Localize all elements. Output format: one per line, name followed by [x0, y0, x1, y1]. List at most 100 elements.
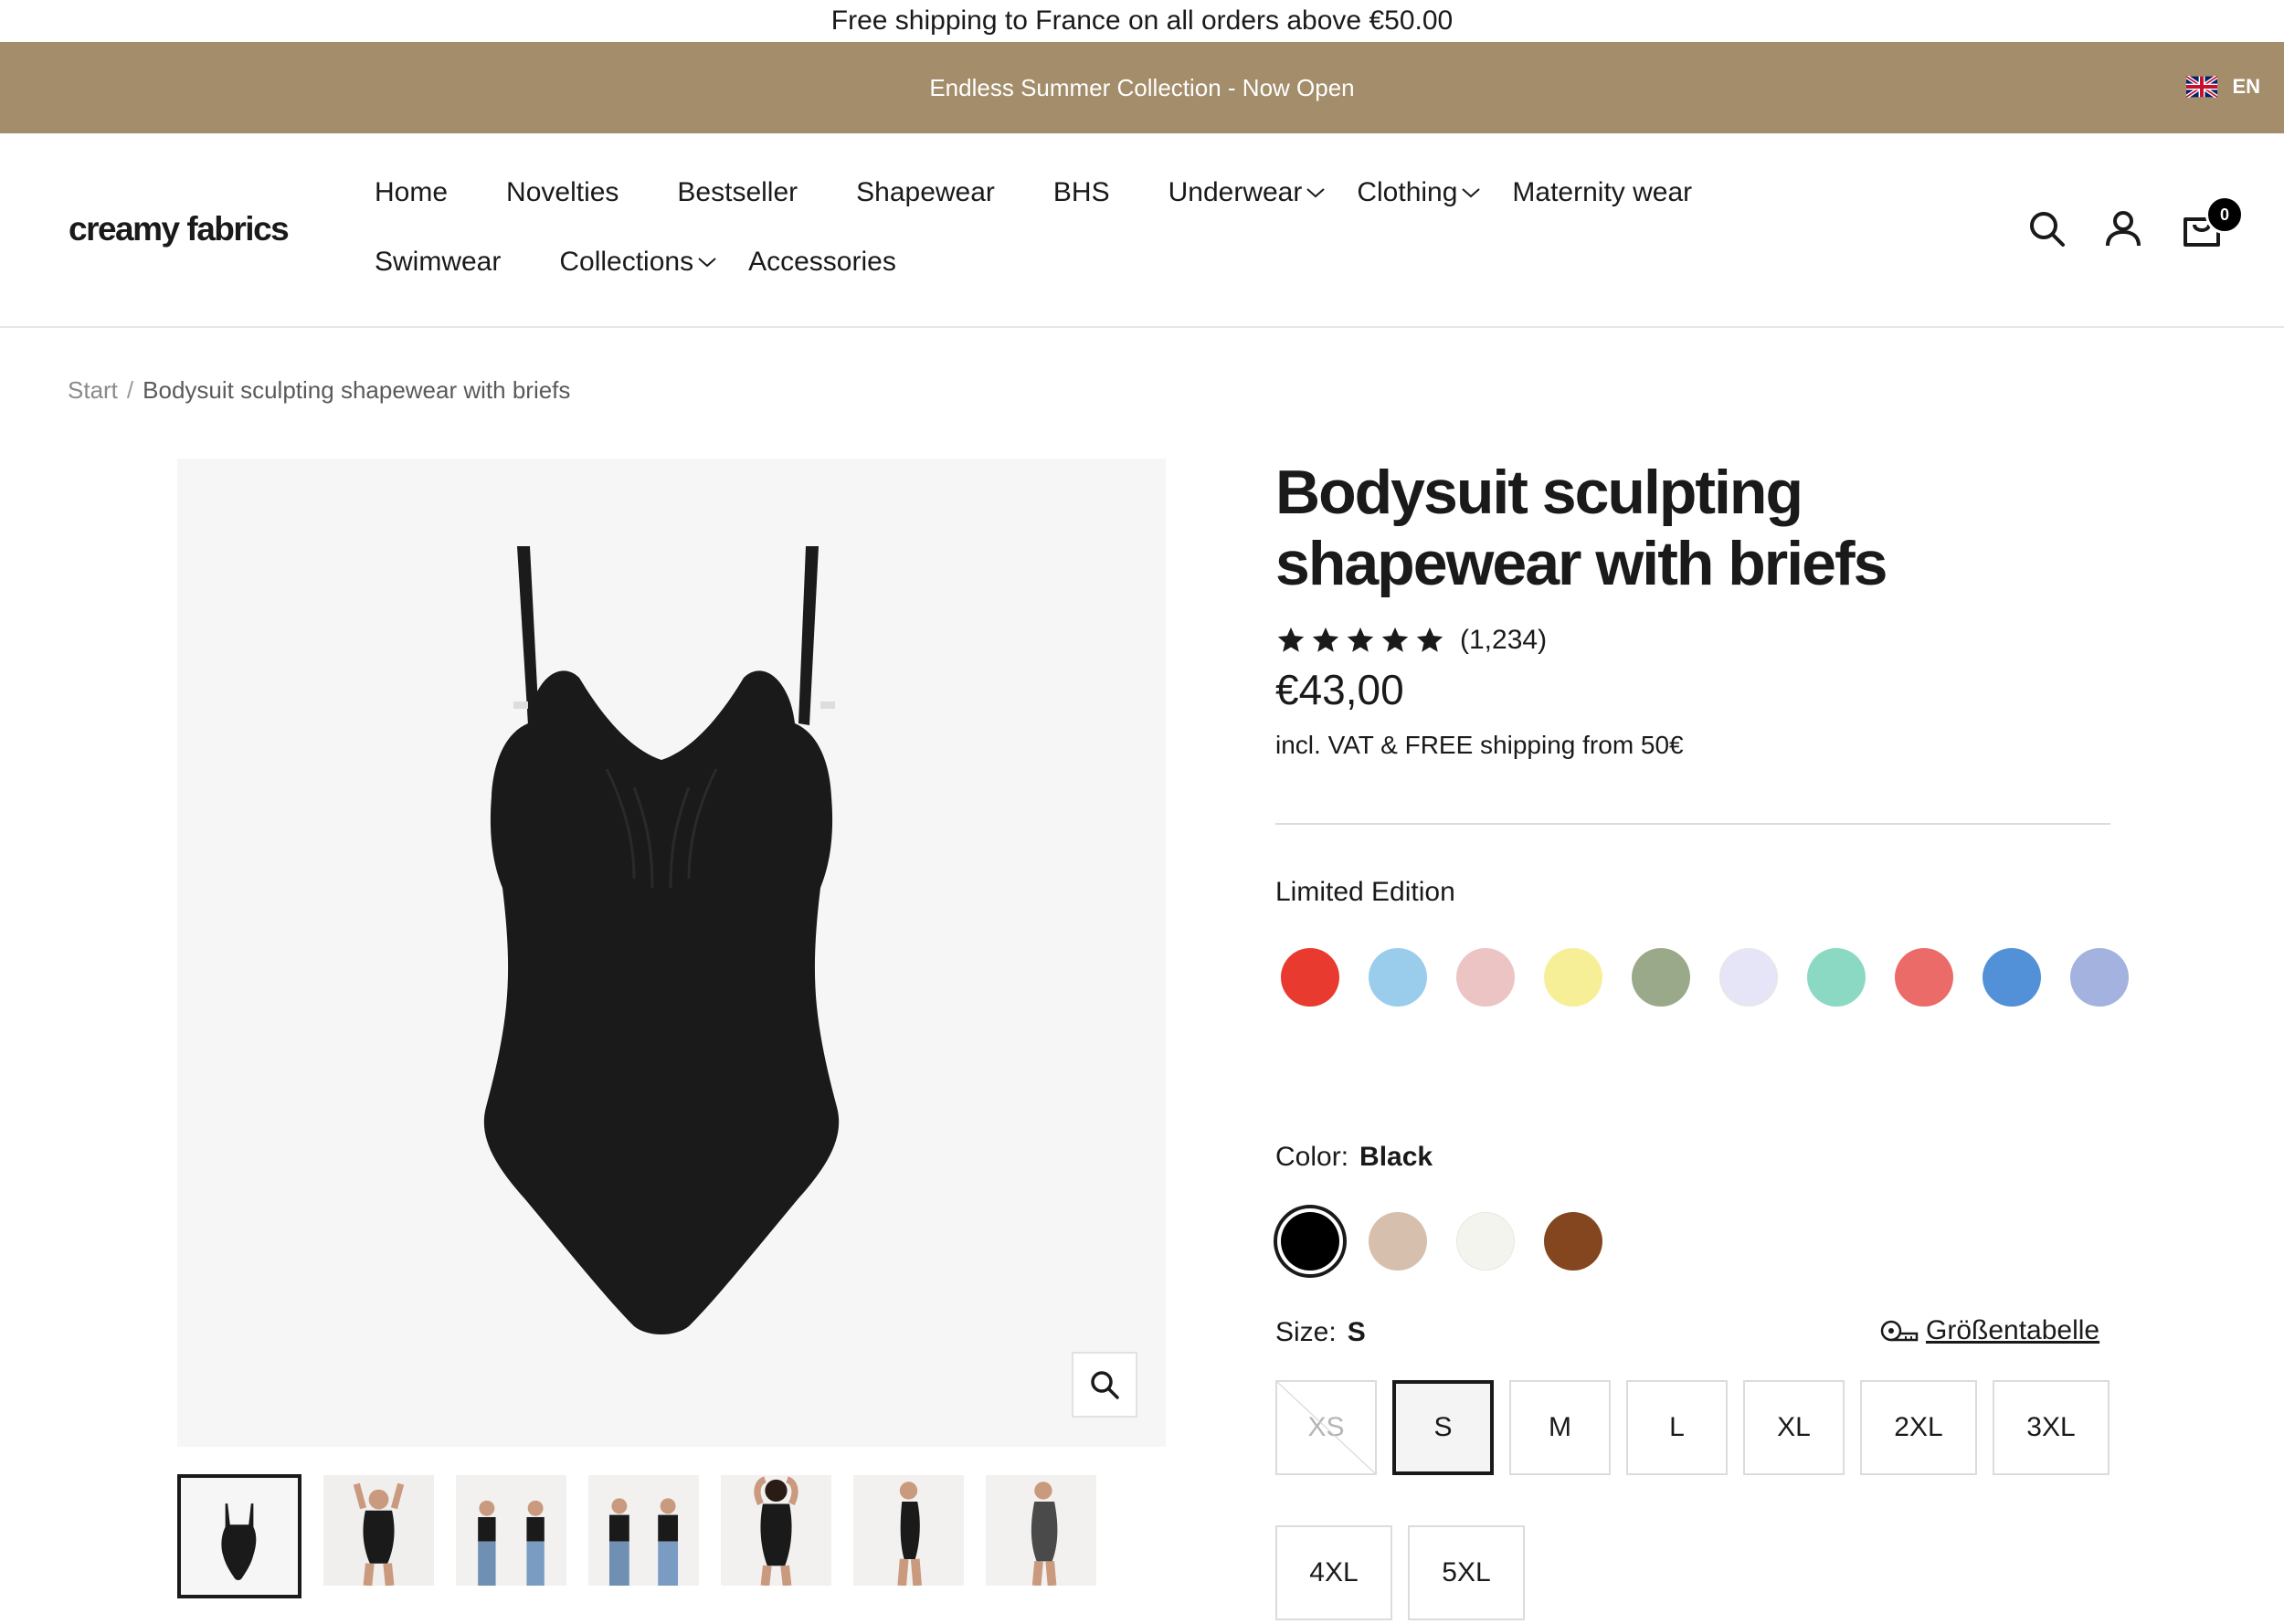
- search-icon[interactable]: [2026, 208, 2067, 248]
- product-main-image[interactable]: [177, 459, 1166, 1447]
- color-swatch-2[interactable]: [1369, 1212, 1427, 1271]
- nav-item-swimwear[interactable]: Swimwear: [375, 247, 501, 278]
- measuring-tape-icon: [1880, 1320, 1919, 1342]
- breadcrumb-start-link[interactable]: Start: [68, 376, 118, 405]
- limited-color-swatch-9[interactable]: [1983, 948, 2041, 1007]
- thumbnail-6[interactable]: [853, 1475, 964, 1586]
- color-swatch-1[interactable]: [1274, 1205, 1347, 1278]
- zoom-button[interactable]: [1072, 1352, 1137, 1418]
- nav-label: Underwear: [1168, 177, 1303, 207]
- size-option-l[interactable]: L: [1626, 1380, 1728, 1475]
- thumbnail-image: [721, 1475, 831, 1586]
- thumbnail-1[interactable]: [177, 1474, 301, 1598]
- language-code: EN: [2232, 75, 2260, 98]
- thumbnail-4[interactable]: [588, 1475, 699, 1586]
- nav-item-novelties[interactable]: Novelties: [506, 177, 619, 208]
- star-icon: [1381, 627, 1409, 652]
- size-option-xl[interactable]: XL: [1743, 1380, 1845, 1475]
- shipping-bar: Free shipping to France on all orders ab…: [0, 0, 2284, 42]
- size-option-4xl[interactable]: 4XL: [1275, 1525, 1392, 1620]
- nav-item-bhs[interactable]: BHS: [1053, 177, 1110, 208]
- cart-count-badge: 0: [2205, 195, 2244, 234]
- size-options: XS S M L XL 2XL 3XL 4XL 5XL: [1275, 1380, 2116, 1620]
- main-nav-row-2: Swimwear Collections Accessories: [375, 247, 896, 278]
- thumbnail-image: [986, 1475, 1096, 1586]
- size-option-2xl[interactable]: 2XL: [1860, 1380, 1977, 1475]
- product-price: €43,00: [1275, 666, 1404, 713]
- limited-color-swatch-5[interactable]: [1632, 948, 1690, 1007]
- nav-item-collections[interactable]: Collections: [559, 247, 717, 278]
- nav-label: Bestseller: [677, 177, 798, 207]
- uk-flag-icon: [2186, 76, 2218, 98]
- nav-label: Collections: [559, 247, 694, 277]
- thumbnail-strip: [177, 1474, 1096, 1598]
- nav-label: Swimwear: [375, 247, 502, 277]
- color-label-row: Color: Black: [1275, 1142, 1433, 1173]
- chevron-down-icon: [698, 258, 716, 268]
- limited-color-swatch-8[interactable]: [1895, 948, 1953, 1007]
- star-icon: [1347, 627, 1374, 652]
- limited-color-swatch-1[interactable]: [1281, 948, 1339, 1007]
- nav-label: Maternity wear: [1512, 177, 1693, 207]
- nav-item-shapewear[interactable]: Shapewear: [856, 177, 995, 208]
- nav-label: Home: [375, 177, 449, 207]
- limited-color-swatch-10[interactable]: [2070, 948, 2129, 1007]
- size-option-s[interactable]: S: [1392, 1380, 1494, 1475]
- chevron-down-icon: [1306, 188, 1326, 198]
- thumbnail-image: [853, 1475, 964, 1586]
- star-icon: [1312, 627, 1339, 652]
- announcement-text[interactable]: Endless Summer Collection - Now Open: [929, 74, 1354, 102]
- limited-color-swatch-2[interactable]: [1369, 948, 1427, 1007]
- star-icon: [1416, 627, 1443, 652]
- thumbnail-2[interactable]: [323, 1475, 434, 1586]
- logo[interactable]: creamy fabrics: [69, 210, 290, 248]
- size-option-xs[interactable]: XS: [1275, 1380, 1377, 1475]
- color-swatch-4[interactable]: [1544, 1212, 1602, 1271]
- limited-color-swatch-4[interactable]: [1544, 948, 1602, 1007]
- nav-item-clothing[interactable]: Clothing: [1357, 177, 1481, 208]
- bodysuit-image: [483, 546, 840, 1334]
- limited-edition-swatches: [1281, 948, 2149, 1007]
- account-icon[interactable]: [2103, 208, 2143, 248]
- size-label: Size:: [1275, 1317, 1337, 1347]
- nav-label: Accessories: [748, 247, 896, 277]
- size-label-row: Size: S: [1275, 1317, 1366, 1348]
- announcement-bar: Endless Summer Collection - Now Open: [0, 42, 2284, 133]
- chevron-down-icon: [1462, 188, 1481, 198]
- color-swatches: [1274, 1205, 2149, 1278]
- product-title: Bodysuit sculpting shapewear with briefs: [1275, 458, 1887, 598]
- thumbnail-5[interactable]: [721, 1475, 831, 1586]
- nav-item-accessories[interactable]: Accessories: [748, 247, 896, 278]
- nav-item-bestseller[interactable]: Bestseller: [677, 177, 798, 208]
- nav-item-maternity-wear[interactable]: Maternity wear: [1512, 177, 1692, 208]
- breadcrumb-current: Bodysuit sculpting shapewear with briefs: [143, 376, 571, 404]
- thumbnail-image: [456, 1475, 566, 1586]
- limited-color-swatch-3[interactable]: [1456, 948, 1515, 1007]
- limited-edition-label: Limited Edition: [1275, 877, 1455, 907]
- size-value: S: [1347, 1317, 1366, 1347]
- thumbnail-image: [588, 1475, 699, 1586]
- limited-color-swatch-6[interactable]: [1719, 948, 1778, 1007]
- language-selector[interactable]: EN: [2186, 75, 2260, 99]
- thumbnail-3[interactable]: [456, 1475, 566, 1586]
- breadcrumb: Start / Bodysuit sculpting shapewear wit…: [68, 376, 570, 405]
- color-value: Black: [1359, 1142, 1433, 1172]
- rating[interactable]: (1,234): [1275, 625, 1547, 656]
- vat-note: incl. VAT & FREE shipping from 50€: [1275, 731, 1684, 759]
- nav-item-underwear[interactable]: Underwear: [1168, 177, 1327, 208]
- size-chart-link[interactable]: Größentabelle: [1880, 1315, 2099, 1346]
- nav-item-home[interactable]: Home: [375, 177, 448, 208]
- thumbnail-7[interactable]: [986, 1475, 1096, 1586]
- limited-color-swatch-7[interactable]: [1807, 948, 1866, 1007]
- main-nav-row-1: Home Novelties Bestseller Shapewear BHS …: [375, 177, 1692, 208]
- size-option-5xl[interactable]: 5XL: [1408, 1525, 1525, 1620]
- size-chart-label: Größentabelle: [1926, 1315, 2100, 1345]
- size-option-m[interactable]: M: [1509, 1380, 1611, 1475]
- size-option-3xl[interactable]: 3XL: [1993, 1380, 2110, 1475]
- color-swatch-3[interactable]: [1456, 1212, 1515, 1271]
- nav-label: Novelties: [506, 177, 619, 207]
- thumbnail-image: [181, 1478, 298, 1595]
- rating-count: (1,234): [1460, 625, 1548, 655]
- nav-label: Clothing: [1357, 177, 1458, 207]
- color-label: Color:: [1275, 1142, 1349, 1172]
